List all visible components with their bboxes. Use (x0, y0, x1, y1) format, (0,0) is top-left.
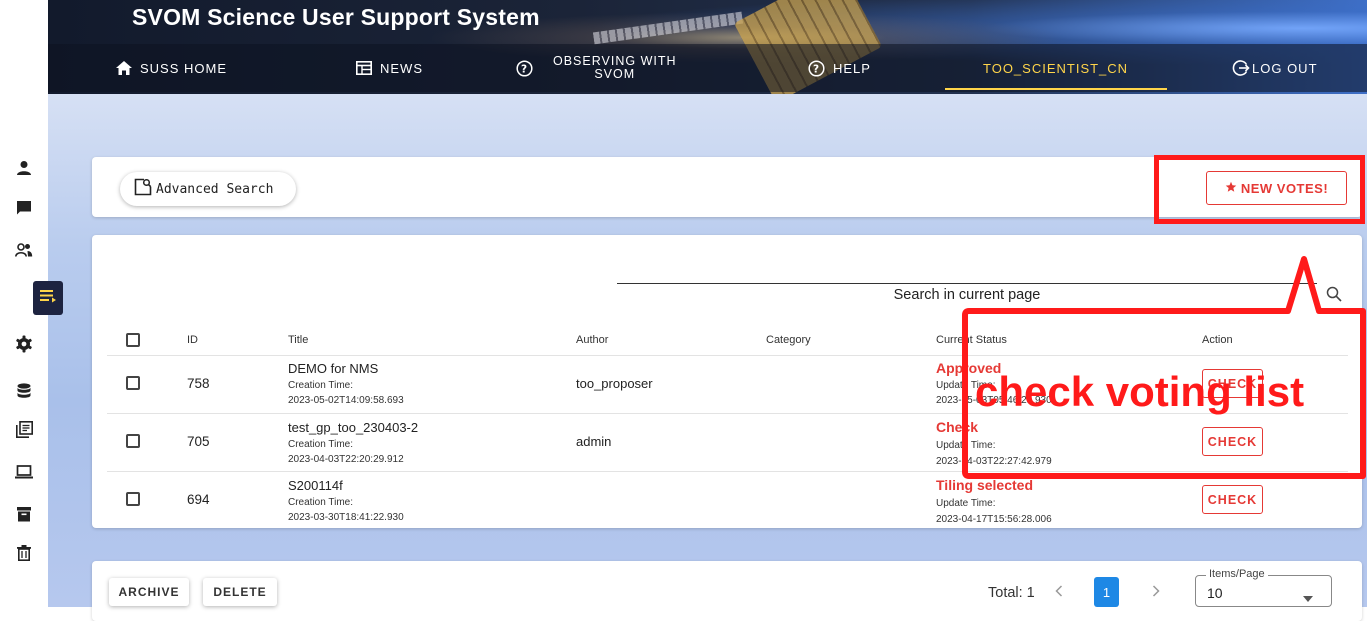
library-icon (15, 421, 33, 443)
advanced-search-label: Advanced Search (156, 181, 274, 197)
row-author: admin (576, 434, 612, 449)
archive-box-icon (17, 506, 31, 527)
page-button-current[interactable]: 1 (1094, 577, 1119, 607)
row-update-time: 2023-04-17T15:56:28.006 (936, 514, 1052, 525)
nav-logout-label: LOG OUT (1252, 60, 1318, 76)
top-nav: SUSS HOME NEWS ? OBSERVING WITH SVOM ? H… (48, 44, 1367, 92)
items-per-page-value: 10 (1207, 585, 1223, 601)
nav-user-underline (945, 88, 1167, 90)
annotation-callout (962, 256, 1366, 479)
column-header-category: Category (766, 334, 811, 346)
sidebar-item-settings[interactable] (12, 334, 36, 358)
row-id: 758 (187, 376, 210, 391)
caret-down-icon (1303, 589, 1313, 607)
sidebar-item-library[interactable] (12, 420, 36, 444)
delete-button[interactable]: DELETE (203, 578, 277, 606)
row-creation-time: 2023-05-02T14:09:58.693 (288, 395, 404, 406)
footer-card (92, 561, 1362, 621)
nav-home[interactable]: SUSS HOME (116, 44, 227, 92)
row-title[interactable]: test_gp_too_230403-2 (288, 420, 418, 435)
laptop-icon (15, 464, 33, 484)
row-checkbox[interactable] (126, 492, 140, 506)
nav-news[interactable]: NEWS (356, 44, 423, 92)
sidebar-item-computer[interactable] (12, 462, 36, 486)
row-title[interactable]: DEMO for NMS (288, 361, 378, 376)
people-icon (15, 242, 33, 263)
news-icon (356, 61, 372, 75)
sidebar-item-messages[interactable] (12, 198, 36, 222)
logout-icon (1232, 59, 1250, 77)
row-id: 705 (187, 434, 210, 449)
nav-logout[interactable]: LOG OUT (1232, 44, 1318, 92)
chevron-left-icon (1055, 584, 1063, 600)
search-window-icon (134, 178, 152, 200)
row-creation-label: Creation Time: (288, 439, 354, 450)
svg-text:?: ? (813, 63, 820, 75)
prev-page-button[interactable] (1047, 578, 1071, 606)
chevron-right-icon (1152, 584, 1160, 600)
total-count: Total: 1 (988, 585, 1035, 601)
column-header-id: ID (187, 334, 198, 346)
nav-observing[interactable]: ? OBSERVING WITH SVOM (516, 44, 677, 92)
help-circle-icon: ? (808, 59, 825, 77)
row-creation-label: Creation Time: (288, 380, 354, 391)
sidebar-item-proposals[interactable] (36, 286, 60, 310)
row-author: too_proposer (576, 376, 653, 391)
nav-home-label: SUSS HOME (140, 60, 228, 76)
check-button[interactable]: CHECK (1202, 485, 1263, 514)
nav-user[interactable]: TOO_SCIENTIST_CN (983, 44, 1128, 92)
row-title[interactable]: S200114f (288, 478, 343, 493)
row-id: 694 (187, 492, 210, 507)
column-header-author: Author (576, 334, 609, 346)
database-icon (17, 382, 31, 404)
sidebar-item-trash[interactable] (12, 543, 36, 567)
nav-observing-line2: SVOM (594, 67, 636, 81)
sidebar-item-archive[interactable] (12, 504, 36, 528)
row-creation-label: Creation Time: (288, 497, 354, 508)
list-icon (40, 289, 56, 308)
nav-news-label: NEWS (380, 60, 423, 76)
advanced-search-button[interactable]: Advanced Search (120, 172, 296, 206)
banner-satellite-panel (592, 11, 744, 45)
row-creation-time: 2023-04-03T22:20:29.912 (288, 454, 404, 465)
svg-text:?: ? (521, 63, 528, 75)
sidebar-item-profile[interactable] (12, 158, 36, 182)
row-creation-time: 2023-03-30T18:41:22.930 (288, 512, 404, 523)
help-circle-icon: ? (516, 59, 533, 77)
sidebar-item-database[interactable] (12, 381, 36, 405)
chat-icon (16, 200, 32, 221)
nav-help[interactable]: ? HELP (808, 44, 871, 92)
annotation-text: check voting list (975, 368, 1305, 415)
trash-icon (17, 544, 31, 566)
nav-user-label: TOO_SCIENTIST_CN (983, 60, 1129, 76)
select-all-checkbox[interactable] (126, 333, 140, 347)
next-page-button[interactable] (1144, 578, 1168, 606)
gear-icon (15, 335, 33, 358)
sidebar-item-users[interactable] (12, 240, 36, 264)
home-icon (116, 61, 132, 75)
nav-help-label: HELP (833, 60, 871, 76)
items-per-page-label: Items/Page (1206, 568, 1268, 580)
person-icon (16, 160, 32, 181)
annotation-box-new-votes (1154, 155, 1365, 224)
column-header-title: Title (288, 334, 309, 346)
row-checkbox[interactable] (126, 434, 140, 448)
row-update-label: Update Time: (936, 498, 996, 509)
row-checkbox[interactable] (126, 376, 140, 390)
archive-button[interactable]: ARCHIVE (109, 578, 189, 606)
site-title: SVOM Science User Support System (132, 4, 540, 30)
